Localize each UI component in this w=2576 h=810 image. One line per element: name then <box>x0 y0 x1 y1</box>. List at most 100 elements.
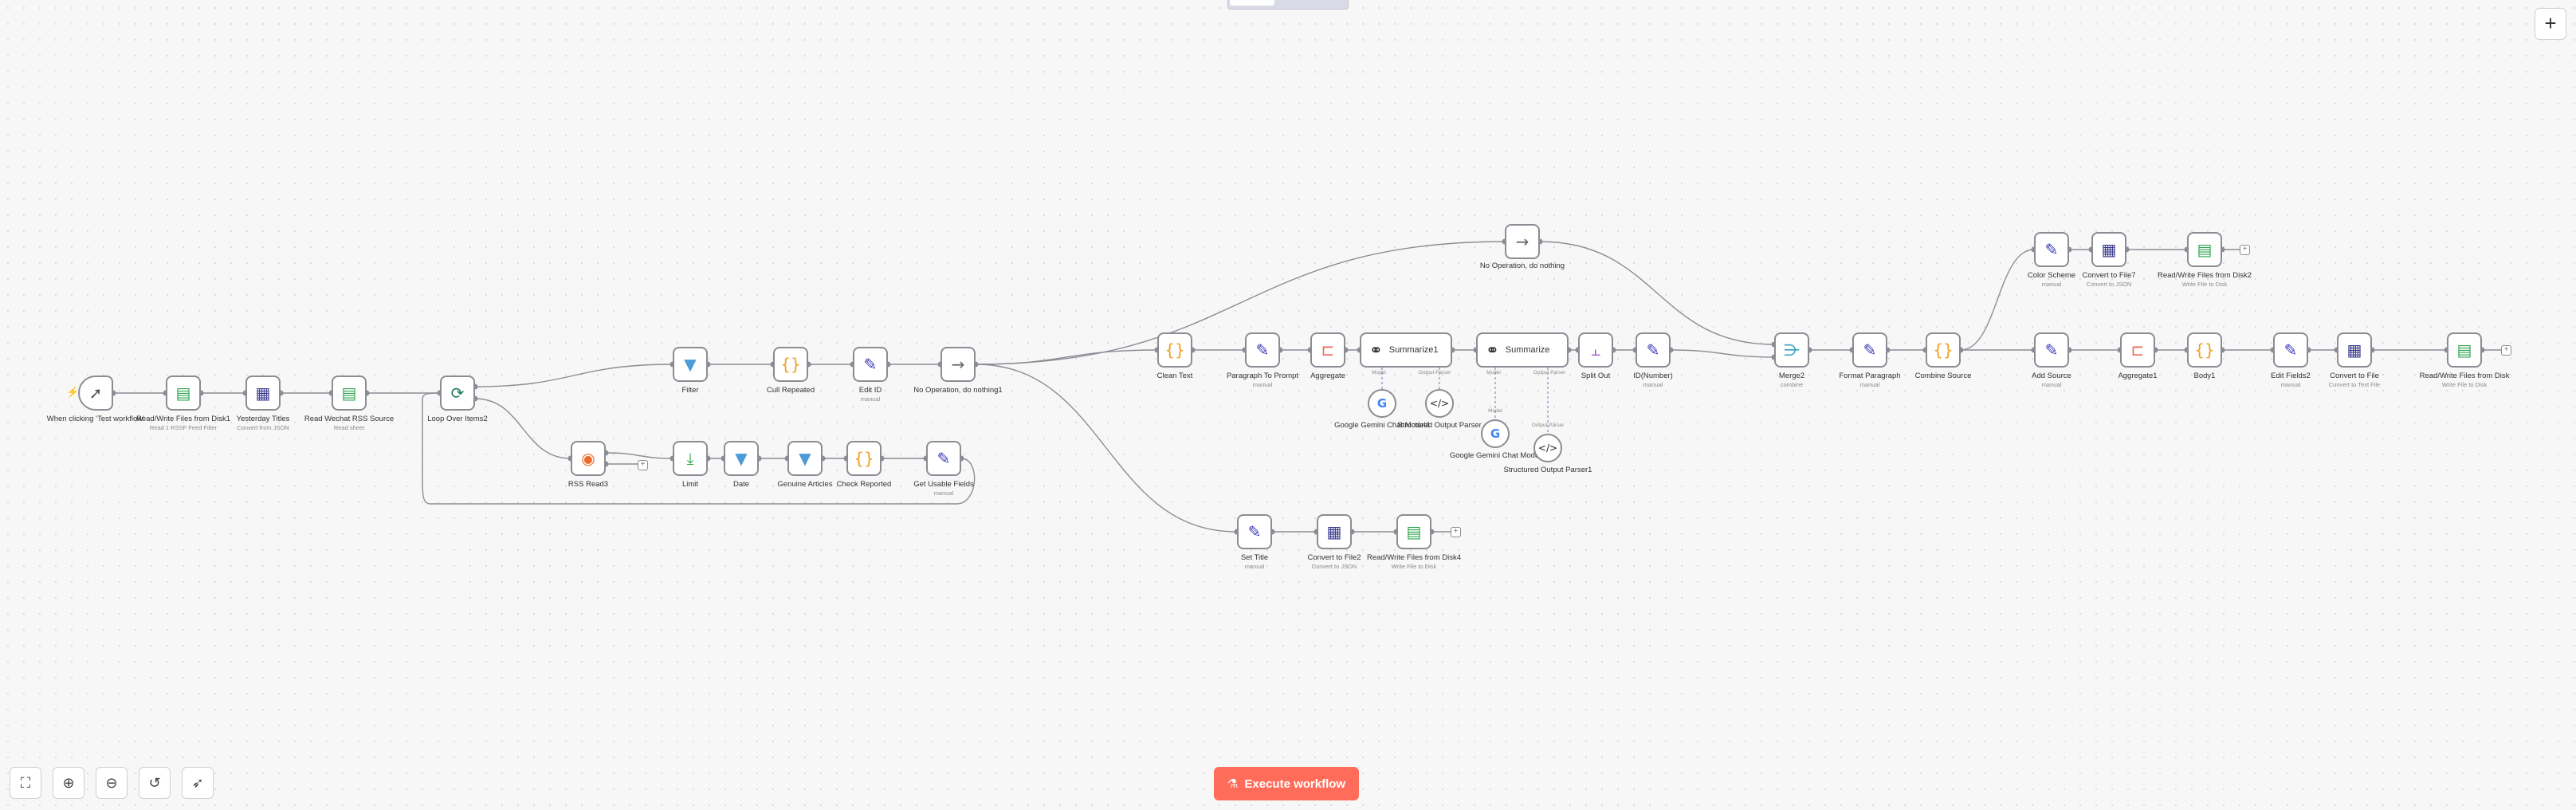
subport-output-parser-structB: Output Parser <box>1531 423 1565 428</box>
node-label-filter: Filter <box>681 386 699 395</box>
node-combine-source[interactable]: {} <box>1926 332 1961 368</box>
node-body1[interactable]: {} <box>2187 332 2222 368</box>
filter-icon: ▼ <box>799 449 811 468</box>
subport-model-summarize: Model <box>1486 370 1501 376</box>
pencil-icon: ✎ <box>937 449 951 468</box>
pencil-icon: ✎ <box>1863 340 1877 360</box>
arrow-right-icon: → <box>1515 232 1530 251</box>
tidy-up-button[interactable]: ➶ <box>182 767 214 799</box>
node-split-out[interactable]: ⫠ <box>1578 332 1613 368</box>
node-rss-read3[interactable]: ◉ <box>571 441 606 476</box>
link-chain-icon: ⚭ <box>1486 340 1499 360</box>
file-convert-icon: ▦ <box>2101 240 2117 259</box>
zoom-in-icon: ⊕ <box>62 774 75 792</box>
node-convert-to-file2[interactable]: ▦ <box>1317 514 1352 549</box>
pencil-icon: ✎ <box>863 355 878 374</box>
node-merge2[interactable]: ⋺ <box>1774 332 1809 368</box>
trigger-bolt-icon: ⚡ <box>66 386 80 398</box>
file-sheet-icon: ▤ <box>2456 340 2472 360</box>
edge-noop1-cleantext[interactable] <box>975 349 1158 365</box>
node-convert-to-file[interactable]: ▦ <box>2337 332 2372 368</box>
node-get-usable-fields[interactable]: ✎ <box>926 441 961 476</box>
node-aggregate1[interactable]: ⊏ <box>2120 332 2155 368</box>
node-edit-fields2[interactable]: ✎ <box>2273 332 2308 368</box>
execute-workflow-button[interactable]: ⚗ Execute workflow <box>1214 767 1359 800</box>
node-label-convfile: Convert to File Convert to Text File <box>2328 372 2381 388</box>
node-inline-label-summarize1: Summarize1 <box>1388 345 1439 355</box>
node-label-noop: No Operation, do nothing <box>1479 261 1565 270</box>
edge-loop-filter[interactable] <box>474 364 673 387</box>
node-label-loop: Loop Over Items2 <box>427 415 488 423</box>
node-convert-to-file7[interactable]: ▦ <box>2091 232 2126 267</box>
split-icon: ⫠ <box>1590 340 1601 360</box>
add-node-after-rss-read3[interactable]: + <box>638 460 648 470</box>
node-google-gemini-chat-model4[interactable]: G <box>1368 389 1396 418</box>
add-node-button[interactable]: + <box>2535 8 2566 40</box>
aggregate-icon: ⊏ <box>2130 340 2145 360</box>
node-structured-output-parser[interactable]: </> <box>1425 389 1454 418</box>
node-summarize1[interactable]: ⚭ Summarize1 <box>1360 332 1452 368</box>
add-node-after-disk4[interactable]: + <box>1451 527 1461 537</box>
node-set-title[interactable]: ✎ <box>1237 514 1272 549</box>
merge-icon: ⋺ <box>1784 340 1800 360</box>
node-read-write-files-disk4[interactable]: ▤ <box>1396 514 1431 549</box>
add-node-after-disk[interactable]: + <box>2501 345 2511 356</box>
node-no-operation-1[interactable]: → <box>940 347 976 382</box>
node-loop-over-items2[interactable]: ⟳ <box>440 376 475 411</box>
node-cull-repeated[interactable]: {} <box>773 347 808 382</box>
subport-model-geminiB: Model <box>1488 408 1502 414</box>
file-sheet-icon: ▤ <box>175 383 191 403</box>
node-clean-text[interactable]: {} <box>1157 332 1192 368</box>
code-braces-icon: {} <box>1933 340 1954 360</box>
filter-icon: ▼ <box>684 355 697 374</box>
subport-model-summarize1: Model <box>1372 370 1386 376</box>
node-label-getusable: Get Usable Fields manual <box>913 480 974 497</box>
node-read-wechat-rss-source[interactable]: ▤ <box>332 376 367 411</box>
node-label-convfile7: Convert to File7 Convert to JSON <box>2082 271 2136 288</box>
pencil-icon: ✎ <box>1247 522 1262 541</box>
node-manual-trigger[interactable]: ➚ <box>78 376 113 411</box>
node-genuine-articles[interactable]: ▼ <box>787 441 823 476</box>
node-format-paragraph[interactable]: ✎ <box>1852 332 1887 368</box>
workflow-canvas[interactable]: ⚡ ➚ When clicking ‘Test workflow’ ▤ Read… <box>0 0 2576 810</box>
node-summarize[interactable]: ⚭ Summarize <box>1476 332 1569 368</box>
node-label-structB: Structured Output Parser1 <box>1503 466 1592 474</box>
edge-noop-merge2[interactable] <box>1539 241 1775 345</box>
cursor-sparkle-icon: ➶ <box>191 774 204 792</box>
node-add-source[interactable]: ✎ <box>2034 332 2069 368</box>
cursor-icon: ➚ <box>88 383 103 403</box>
node-date[interactable]: ▼ <box>724 441 759 476</box>
zoom-to-fit-button[interactable]: ⛶ <box>10 767 41 799</box>
file-convert-icon: ▦ <box>255 383 271 403</box>
node-paragraph-to-prompt[interactable]: ✎ <box>1245 332 1280 368</box>
node-google-gemini-chat-model[interactable]: G <box>1481 419 1510 448</box>
filter-icon: ▼ <box>735 449 748 468</box>
node-limit[interactable]: ⤓ <box>673 441 708 476</box>
node-no-operation[interactable]: → <box>1505 224 1540 259</box>
reset-zoom-button[interactable]: ↺ <box>139 767 171 799</box>
node-edit-id[interactable]: ✎ <box>853 347 888 382</box>
node-filter[interactable]: ▼ <box>673 347 708 382</box>
node-id-number[interactable]: ✎ <box>1636 332 1671 368</box>
node-check-reported[interactable]: {} <box>846 441 882 476</box>
aggregate-icon: ⊏ <box>1321 340 1335 360</box>
code-tag-icon: </> <box>1429 398 1450 409</box>
node-yesterday-titles[interactable]: ▦ <box>245 376 281 411</box>
edge-idnumber-merge2[interactable] <box>1670 349 1775 358</box>
node-label-structA: Structured Output Parser <box>1397 421 1482 430</box>
edge-loop-rssread[interactable] <box>474 398 571 459</box>
edge-rss-limit[interactable] <box>605 452 673 459</box>
add-node-after-disk2[interactable]: + <box>2240 245 2250 255</box>
edge-noop1-settitle[interactable] <box>975 364 1238 533</box>
node-color-scheme[interactable]: ✎ <box>2034 232 2069 267</box>
node-read-write-files-disk1[interactable]: ▤ <box>166 376 201 411</box>
node-read-write-files-disk[interactable]: ▤ <box>2447 332 2482 368</box>
file-convert-icon: ▦ <box>1326 522 1342 541</box>
zoom-in-button[interactable]: ⊕ <box>53 767 84 799</box>
zoom-out-button[interactable]: ⊖ <box>96 767 128 799</box>
link-chain-icon: ⚭ <box>1369 340 1383 360</box>
node-aggregate[interactable]: ⊏ <box>1310 332 1345 368</box>
node-structured-output-parser1[interactable]: </> <box>1533 434 1562 462</box>
edge-combinesrc-colorscheme[interactable] <box>1960 249 2035 351</box>
node-read-write-files-disk2[interactable]: ▤ <box>2187 232 2222 267</box>
